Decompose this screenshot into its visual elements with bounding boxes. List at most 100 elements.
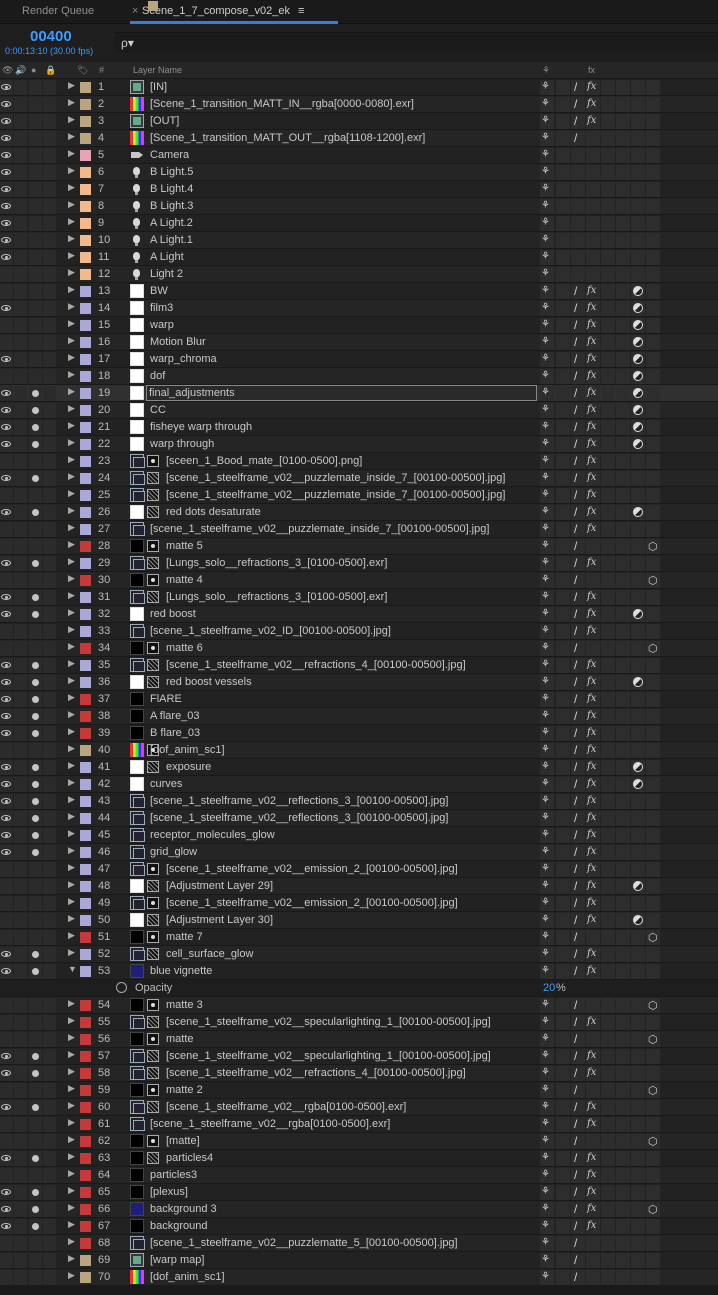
switch-cell[interactable]: fx	[586, 1049, 600, 1064]
switch-cell[interactable]: ⚘	[540, 964, 554, 979]
lock-toggle[interactable]	[43, 1253, 56, 1268]
switch-cell[interactable]	[556, 114, 570, 129]
switch-cell[interactable]	[616, 760, 630, 775]
switch-cell[interactable]: ⚘	[540, 97, 554, 112]
switch-cell[interactable]	[616, 420, 630, 435]
switch-cell[interactable]: ⚘	[540, 437, 554, 452]
lock-toggle[interactable]	[43, 913, 56, 928]
switch-cell[interactable]	[556, 488, 570, 503]
switch-cell[interactable]: ⚘	[540, 743, 554, 758]
switch-cell[interactable]	[646, 1236, 660, 1251]
switch-cell[interactable]	[586, 1032, 600, 1047]
switch-cell[interactable]	[646, 556, 660, 571]
layer-row[interactable]: ▶ 62 [matte] ⚘ / ⬡	[0, 1133, 718, 1150]
layer-name[interactable]: blue vignette	[150, 965, 212, 977]
audio-toggle[interactable]	[14, 182, 27, 197]
audio-toggle[interactable]	[14, 1151, 27, 1166]
switch-cell[interactable]	[631, 454, 645, 469]
switch-cell[interactable]	[556, 1168, 570, 1183]
switch-cell[interactable]	[646, 216, 660, 231]
label-color-swatch[interactable]	[80, 1153, 91, 1164]
audio-toggle[interactable]	[14, 165, 27, 180]
switch-cell[interactable]	[616, 454, 630, 469]
solo-toggle[interactable]	[29, 573, 42, 588]
visibility-toggle[interactable]	[0, 1151, 13, 1166]
label-color-swatch[interactable]	[80, 643, 91, 654]
layer-row[interactable]: ▶ 4 [Scene_1_transition_MATT_OUT__rgba[110…	[0, 130, 718, 147]
layer-name[interactable]: [scene_1_steelframe_v02__reflections_3_[…	[150, 795, 448, 807]
switch-cell[interactable]	[616, 947, 630, 962]
number-column-header[interactable]: #	[99, 65, 104, 75]
switch-cell[interactable]: ⚘	[540, 913, 554, 928]
layer-row[interactable]: ▶ 59 matte 2 ⚘ / ⬡	[0, 1082, 718, 1099]
switch-cell[interactable]	[571, 148, 585, 163]
switch-cell[interactable]	[616, 199, 630, 214]
layer-name[interactable]: [Lungs_solo__refractions_3_[0100-0500].e…	[166, 591, 387, 603]
layer-name[interactable]: matte 2	[166, 1084, 203, 1096]
lock-toggle[interactable]	[43, 1151, 56, 1166]
switch-cell[interactable]	[556, 539, 570, 554]
switch-cell[interactable]	[601, 1202, 615, 1217]
layer-name[interactable]: exposure	[166, 761, 211, 773]
switch-cell[interactable]	[631, 658, 645, 673]
solo-toggle[interactable]	[29, 182, 42, 197]
switch-cell[interactable]	[646, 964, 660, 979]
audio-toggle[interactable]	[14, 777, 27, 792]
switch-cell[interactable]	[556, 675, 570, 690]
label-column-icon[interactable]: 🏷	[77, 65, 88, 76]
lock-toggle[interactable]	[43, 624, 56, 639]
switch-cell[interactable]	[601, 148, 615, 163]
twirl-closed-icon[interactable]: ▶	[68, 930, 75, 941]
switch-cell[interactable]	[601, 743, 615, 758]
switch-cell[interactable]	[646, 335, 660, 350]
lock-toggle[interactable]	[43, 437, 56, 452]
switch-cell[interactable]	[556, 1066, 570, 1081]
switch-cell[interactable]: fx	[586, 743, 600, 758]
visibility-toggle[interactable]	[0, 879, 13, 894]
twirl-closed-icon[interactable]: ▶	[68, 80, 75, 91]
switch-cell[interactable]	[616, 811, 630, 826]
switch-cell[interactable]	[631, 403, 645, 418]
switch-cell[interactable]	[646, 420, 660, 435]
switch-cell[interactable]	[586, 641, 600, 656]
layer-name[interactable]: Motion Blur	[150, 336, 206, 348]
visibility-toggle[interactable]	[0, 709, 13, 724]
switch-cell[interactable]: ⚘	[540, 1168, 554, 1183]
switch-cell[interactable]	[616, 284, 630, 299]
twirl-closed-icon[interactable]: ▶	[68, 250, 75, 261]
switch-cell[interactable]	[646, 811, 660, 826]
switch-cell[interactable]: /	[571, 1236, 585, 1251]
switch-cell[interactable]: ⚘	[540, 709, 554, 724]
switch-cell[interactable]	[601, 658, 615, 673]
switch-cell[interactable]	[601, 369, 615, 384]
twirl-closed-icon[interactable]: ▶	[68, 437, 75, 448]
label-color-swatch[interactable]	[80, 388, 91, 399]
label-color-swatch[interactable]	[80, 711, 91, 722]
layer-row[interactable]: ▶ 45 receptor_molecules_glow ⚘ / fx	[0, 827, 718, 844]
solo-toggle[interactable]	[29, 930, 42, 945]
switch-cell[interactable]	[631, 760, 645, 775]
switch-cell[interactable]	[631, 964, 645, 979]
audio-toggle[interactable]	[14, 743, 27, 758]
switch-cell[interactable]: ⚘	[540, 1253, 554, 1268]
switch-cell[interactable]: fx	[586, 1100, 600, 1115]
switch-cell[interactable]	[646, 1066, 660, 1081]
solo-toggle[interactable]	[29, 488, 42, 503]
switch-cell[interactable]	[556, 369, 570, 384]
switch-cell[interactable]: ⚘	[540, 1219, 554, 1234]
switch-cell[interactable]	[571, 233, 585, 248]
switch-cell[interactable]	[616, 1219, 630, 1234]
switch-cell[interactable]: /	[571, 505, 585, 520]
layer-row[interactable]: ▶ 7 B Light.4 ⚘	[0, 181, 718, 198]
solo-toggle[interactable]	[29, 1049, 42, 1064]
layer-row[interactable]: ▶ 52 cell_surface_glow ⚘ / fx	[0, 946, 718, 963]
switch-cell[interactable]	[601, 811, 615, 826]
visibility-toggle[interactable]	[0, 794, 13, 809]
lock-toggle[interactable]	[43, 675, 56, 690]
switch-cell[interactable]: /	[571, 777, 585, 792]
lock-toggle[interactable]	[43, 777, 56, 792]
layer-name[interactable]: [sceen_1_Bood_mate_[0100-0500].png]	[166, 455, 362, 467]
switch-cell[interactable]	[601, 1100, 615, 1115]
solo-toggle[interactable]	[29, 454, 42, 469]
switch-cell[interactable]	[601, 1236, 615, 1251]
